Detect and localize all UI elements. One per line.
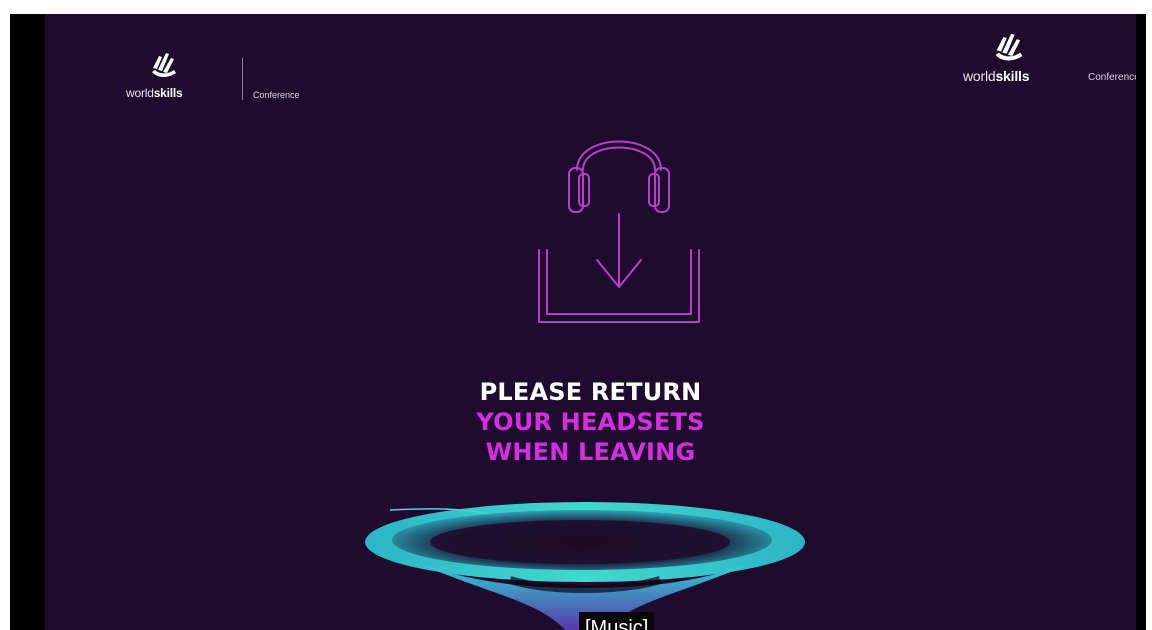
wordmark-light: world xyxy=(963,68,996,84)
worldskills-hand-icon xyxy=(995,33,1023,61)
message-line-1: PLEASE RETURN xyxy=(479,378,702,406)
wordmark-bold: skills xyxy=(153,86,183,100)
worldskills-hand-icon xyxy=(152,53,176,78)
wordmark-bold: skills xyxy=(995,68,1030,84)
sound-wave-funnel xyxy=(365,502,805,630)
wordmark-light: world xyxy=(126,86,154,100)
message-line-2: YOUR HEADSETS xyxy=(476,408,705,436)
message-line-3: WHEN LEAVING xyxy=(485,438,696,466)
worldskills-wordmark: worldskills xyxy=(126,86,183,100)
conference-label: Conference xyxy=(253,90,300,100)
video-frame[interactable]: worldskills Conference worldskills Confe… xyxy=(10,14,1146,630)
worldskills-conference-logo-left: worldskills Conference xyxy=(89,48,300,108)
worldskills-wordmark: worldskills xyxy=(963,68,1029,84)
video-content[interactable]: worldskills Conference worldskills Confe… xyxy=(45,14,1136,630)
worldskills-conference-logo-right: worldskills Conference xyxy=(930,28,1136,88)
closed-caption: [Music] xyxy=(579,612,655,630)
logo-divider xyxy=(242,58,243,100)
conference-label: Conference xyxy=(1088,72,1136,83)
letterbox-right xyxy=(1136,14,1146,630)
headphones-return-icon xyxy=(538,140,700,323)
